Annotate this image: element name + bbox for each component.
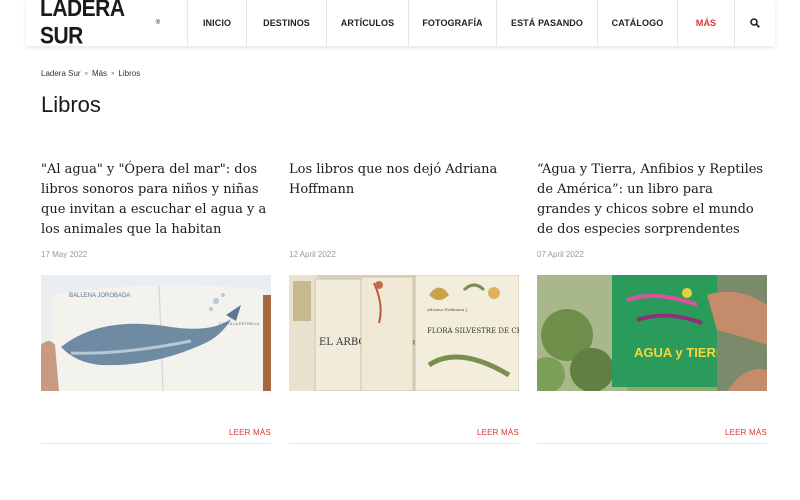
card-divider: [41, 443, 271, 444]
article-image-hoffmann-books[interactable]: EL ARBOL en Chile FLORA SILVESTRE DE CHI…: [289, 275, 519, 391]
article-image-agua-tierra-book[interactable]: AGUA y TIERRA: [537, 275, 767, 391]
nav-item-esta-pasando[interactable]: ESTÁ PASANDO: [496, 0, 597, 46]
image-label-top: BALLENA JOROBADA: [69, 293, 130, 299]
article-card: “Agua y Tierra, Anfibios y Reptiles de A…: [537, 160, 767, 444]
logo-text: LADERA SUR: [40, 0, 124, 50]
nav-item-inicio[interactable]: INICIO: [187, 0, 246, 46]
breadcrumb-separator: »: [84, 70, 88, 77]
main-nav: INICIO DESTINOS ARTÍCULOS FOTOGRAFÍA EST…: [187, 0, 775, 46]
search-icon: [750, 18, 760, 28]
search-button[interactable]: [734, 0, 775, 46]
site-logo[interactable]: LADERA SUR ®: [26, 0, 160, 49]
breadcrumb-home[interactable]: Ladera Sur: [41, 69, 81, 78]
breadcrumb: Ladera Sur » Más » Libros: [41, 69, 140, 78]
article-date: 17 May 2022: [41, 250, 88, 259]
nav-item-fotografia[interactable]: FOTOGRAFÍA: [408, 0, 496, 46]
image-label-side: CANTA LA ESTRELLA: [219, 321, 260, 326]
site-header: LADERA SUR ® INICIO DESTINOS ARTÍCULOS F…: [26, 0, 775, 49]
page-title: Libros: [41, 92, 101, 117]
article-card: "Al agua" y "Ópera del mar": dos libros …: [41, 160, 271, 444]
nav-item-destinos[interactable]: DESTINOS: [246, 0, 326, 46]
article-date: 07 April 2022: [537, 250, 584, 259]
nav-item-articulos[interactable]: ARTÍCULOS: [326, 0, 408, 46]
breadcrumb-mas[interactable]: Más: [92, 69, 107, 78]
article-title[interactable]: "Al agua" y "Ópera del mar": dos libros …: [41, 160, 271, 242]
article-title[interactable]: “Agua y Tierra, Anfibios y Reptiles de A…: [537, 160, 767, 242]
logo-registered-mark: ®: [155, 20, 160, 26]
book-title-flora: FLORA SILVESTRE DE CHILE zona austral: [427, 327, 519, 335]
breadcrumb-current: Libros: [118, 69, 141, 78]
nav-item-mas[interactable]: MÁS: [677, 0, 734, 46]
article-title[interactable]: Los libros que nos dejó Adriana Hoffmann: [289, 160, 519, 242]
read-more-link[interactable]: LEER MÁS: [229, 428, 271, 437]
article-card: Los libros que nos dejó Adriana Hoffmann…: [289, 160, 519, 444]
article-image-whale-book[interactable]: BALLENA JOROBADA CANTA LA ESTRELLA: [41, 275, 271, 391]
read-more-link[interactable]: LEER MÁS: [477, 428, 519, 437]
book-author: Adriana Hoffmann J.: [426, 307, 468, 312]
article-date: 12 April 2022: [289, 250, 336, 259]
breadcrumb-separator: »: [111, 70, 115, 77]
read-more-link[interactable]: LEER MÁS: [725, 428, 767, 437]
nav-item-catalogo[interactable]: CATÁLOGO: [597, 0, 677, 46]
card-divider: [537, 443, 767, 444]
card-divider: [289, 443, 519, 444]
